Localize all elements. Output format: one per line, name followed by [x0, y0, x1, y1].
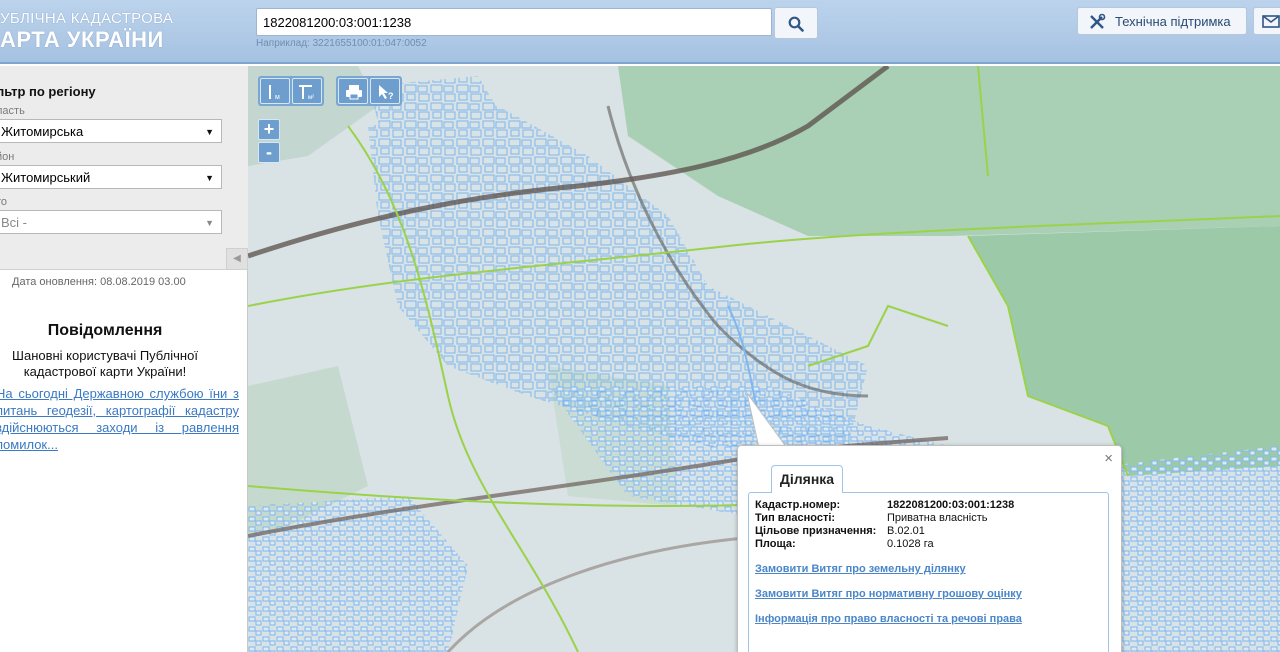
ownership-info-link[interactable]: Інформація про право власності та речові… [755, 613, 1022, 625]
ruler-area-icon: м² [299, 85, 314, 101]
order-parcel-extract-link[interactable]: Замовити Витяг про земельну ділянку [755, 563, 966, 575]
update-date: Дата оновлення: 08.08.2019 03.00 [12, 276, 186, 288]
svg-text:м: м [275, 94, 280, 101]
search-icon [788, 16, 804, 32]
dropdown-arrow-icon: ▼ [205, 173, 214, 183]
field-value: В.02.01 [887, 525, 925, 537]
search-hint: Наприклад: 3221655100:01:047:0052 [256, 38, 427, 49]
dropdown-arrow-icon: ▼ [205, 127, 214, 137]
notice-title: Повідомлення [47, 322, 163, 339]
header: УБЛІЧНА КАДАСТРОВА АРТА УКРАЇНИ Наприкла… [0, 0, 1280, 64]
collapse-sidebar-button[interactable]: ◀ [226, 248, 248, 270]
zoom-in-button[interactable]: + [258, 119, 280, 140]
field-key: Кадастр.номер: [755, 499, 841, 511]
field-value: 0.1028 га [887, 538, 934, 550]
search-button[interactable] [774, 7, 818, 39]
logo-line-2: АРТА УКРАЇНИ [0, 27, 164, 52]
parcel-info-popup: × Ділянка Кадастр.номер: 1822081200:03:0… [737, 445, 1122, 652]
tab-parcel[interactable]: Ділянка [771, 465, 843, 493]
measure-toolbar: м м² [258, 76, 324, 106]
city-select[interactable]: Всі - ▼ [0, 210, 222, 234]
print-icon [346, 85, 362, 100]
search-input[interactable] [256, 8, 772, 36]
region-label: ласть [0, 105, 25, 117]
measure-distance-button[interactable]: м [260, 78, 290, 104]
notice-text: Шановні користувачі Публічної кадастрово… [12, 348, 198, 379]
chevron-left-icon: ◀ [233, 253, 241, 264]
district-label: йон [0, 151, 15, 163]
svg-text:м²: м² [308, 95, 314, 101]
popup-pointer [747, 393, 788, 449]
filter-title: льтр по регіону [0, 84, 96, 99]
sidebar: льтр по регіону ласть Житомирська ▼ йон … [0, 66, 248, 652]
close-icon[interactable]: × [1104, 450, 1113, 467]
city-label: то [0, 196, 8, 208]
tech-support-label: Технічна підтримка [1115, 14, 1231, 29]
identify-button[interactable]: ? [370, 78, 400, 104]
district-select[interactable]: Житомирський ▼ [0, 165, 222, 189]
region-select-value: Житомирська [1, 124, 84, 139]
svg-text:?: ? [388, 91, 394, 101]
field-key: Тип власності: [755, 512, 836, 524]
parcel-details: Кадастр.номер: 1822081200:03:001:1238 Ти… [748, 492, 1109, 652]
measure-area-button[interactable]: м² [292, 78, 322, 104]
print-button[interactable] [338, 78, 368, 104]
field-value: 1822081200:03:001:1238 [887, 499, 1015, 511]
mail-icon [1262, 15, 1280, 28]
dropdown-arrow-icon: ▼ [205, 218, 214, 228]
tech-support-button[interactable]: Технічна підтримка [1077, 7, 1247, 35]
region-select[interactable]: Житомирська ▼ [0, 119, 222, 143]
zoom-out-button[interactable]: - [258, 142, 280, 163]
identify-icon: ? [379, 85, 394, 101]
region-filter-panel: льтр по регіону ласть Житомирська ▼ йон … [0, 66, 248, 270]
logo-line-1: УБЛІЧНА КАДАСТРОВА [0, 10, 174, 27]
field-key: Площа: [755, 538, 796, 550]
city-select-value: Всі - [1, 215, 27, 230]
logo[interactable]: УБЛІЧНА КАДАСТРОВА АРТА УКРАЇНИ [0, 10, 173, 53]
mail-button[interactable] [1253, 7, 1280, 35]
field-key: Цільове призначення: [755, 525, 877, 537]
ruler-line-icon: м [269, 85, 280, 101]
tools-icon [1090, 13, 1106, 29]
district-select-value: Житомирський [1, 170, 91, 185]
field-value: Приватна власність [887, 512, 988, 524]
utility-toolbar: ? [336, 76, 402, 106]
order-valuation-extract-link[interactable]: Замовити Витяг про нормативну грошову оц… [755, 588, 1022, 600]
notice-link[interactable]: На сьогодні Державною службою їни з пита… [0, 385, 239, 453]
